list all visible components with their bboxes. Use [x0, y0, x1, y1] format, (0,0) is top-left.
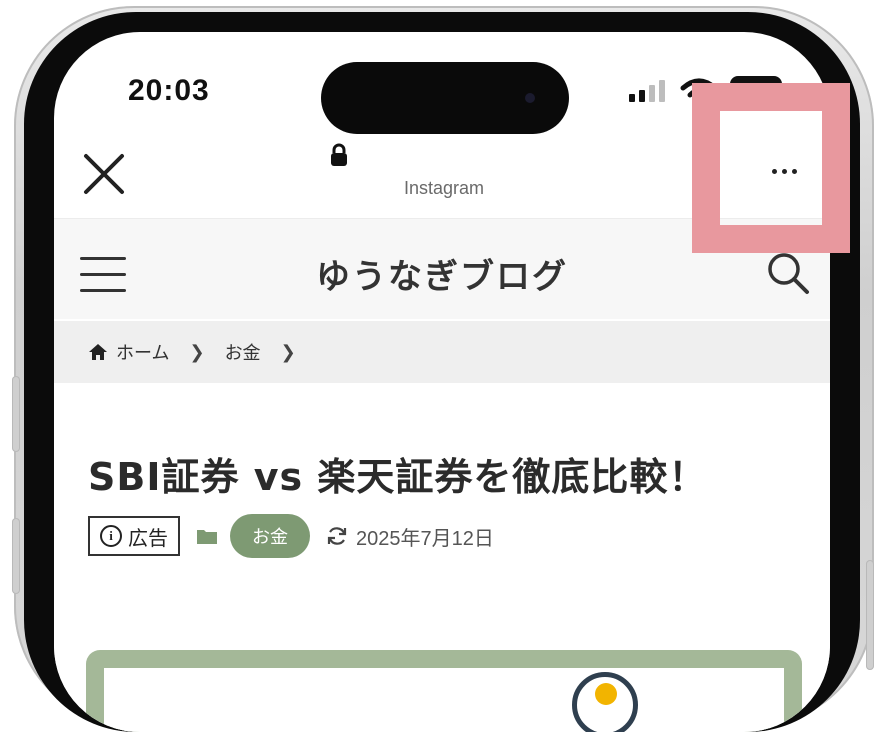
status-time: 20:03	[128, 74, 210, 107]
update-icon	[327, 527, 347, 545]
breadcrumb: ホーム ❯ お金 ❯	[54, 321, 830, 383]
site-title[interactable]: ゆうなぎブログ	[254, 249, 630, 298]
ad-badge: i 広告	[88, 516, 180, 556]
breadcrumb-home[interactable]: ホーム	[116, 339, 169, 365]
article: SBI証券 vs 楽天証券を徹底比較！ i 広告 お金 2025年7月12日	[54, 384, 830, 732]
updated-date: 2025年7月12日	[356, 527, 494, 550]
search-icon[interactable]	[766, 251, 810, 299]
signal-icon	[629, 80, 665, 102]
breadcrumb-category[interactable]: お金	[225, 339, 261, 365]
battery-icon	[730, 76, 782, 102]
close-icon	[84, 154, 124, 194]
article-title: SBI証券 vs 楽天証券を徹底比較！	[88, 455, 708, 499]
phone-screen: 20:03 Instagram ゆうなぎブログ ホーム ❯ お金 ❯ SBI証券…	[54, 32, 830, 732]
chevron-right-icon: ❯	[189, 341, 205, 363]
wifi-icon	[679, 76, 719, 110]
hero-illustration	[572, 672, 638, 732]
more-horizontal-icon	[771, 168, 777, 174]
home-icon	[89, 344, 107, 360]
category-pill[interactable]: お金	[230, 514, 310, 558]
hamburger-icon[interactable]	[80, 257, 126, 305]
more-options-button[interactable]	[764, 156, 804, 186]
lock-icon	[330, 143, 348, 171]
hero-image[interactable]	[86, 650, 802, 732]
article-meta: i 広告 お金 2025年7月12日	[88, 514, 494, 558]
site-header: ゆうなぎブログ	[54, 219, 830, 319]
folder-icon	[197, 530, 217, 544]
info-icon: i	[100, 525, 122, 547]
phone-side-button	[12, 376, 20, 452]
phone-side-button	[12, 518, 20, 594]
phone-side-button	[866, 560, 874, 670]
hero-image-inner	[104, 668, 784, 732]
ad-label: 広告	[128, 525, 168, 550]
dynamic-island	[321, 62, 569, 134]
close-button[interactable]	[80, 150, 128, 198]
site-name: Instagram	[403, 178, 485, 198]
chevron-right-icon: ❯	[280, 341, 296, 363]
